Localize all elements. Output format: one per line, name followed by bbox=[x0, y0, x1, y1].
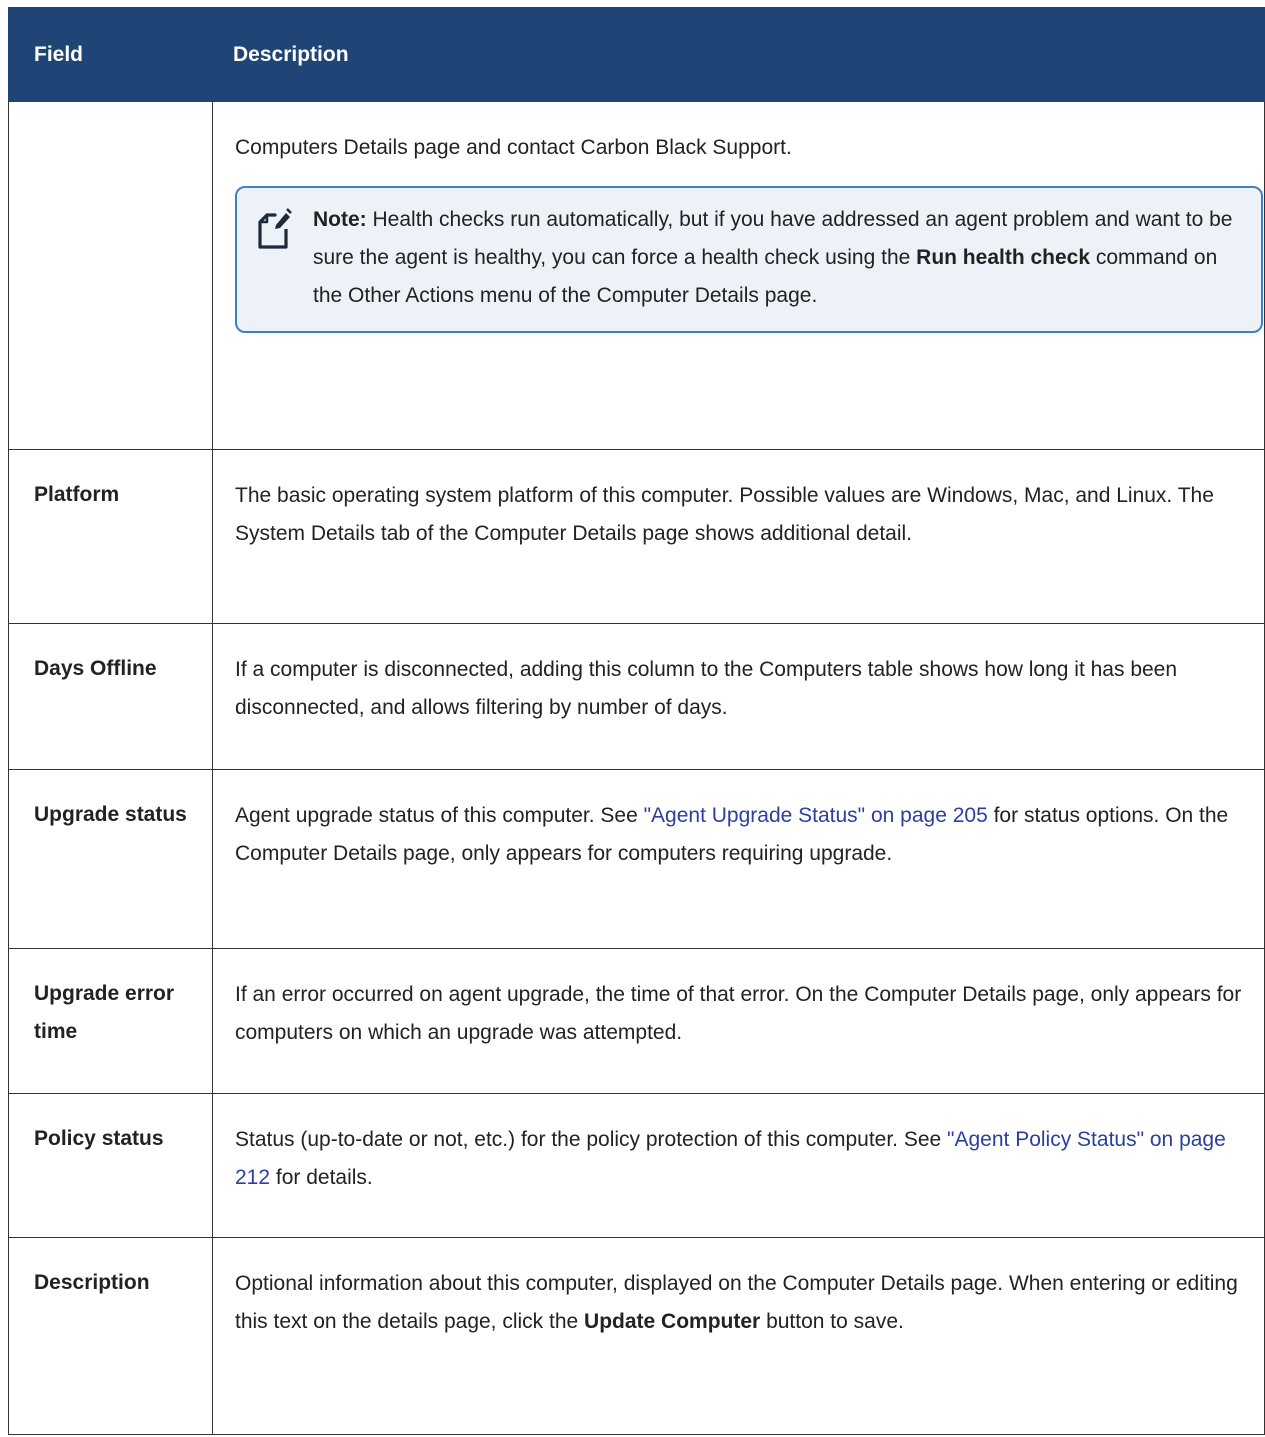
note-icon bbox=[255, 205, 313, 264]
description-text: If a computer is disconnected, adding th… bbox=[212, 623, 1265, 770]
table-row: Description Optional information about t… bbox=[8, 1237, 1265, 1435]
description-cell: Optional information about this computer… bbox=[212, 1237, 1265, 1435]
update-computer-button-ref: Update Computer bbox=[584, 1310, 761, 1333]
note-box: Note: Health checks run automatically, b… bbox=[235, 186, 1263, 333]
description-cell: Computers Details page and contact Carbo… bbox=[212, 101, 1265, 450]
field-name: Platform bbox=[8, 449, 213, 624]
table-row: Platform The basic operating system plat… bbox=[8, 449, 1265, 624]
description-cell: Status (up-to-date or not, etc.) for the… bbox=[212, 1093, 1265, 1238]
agent-upgrade-status-link[interactable]: "Agent Upgrade Status" on page 205 bbox=[644, 804, 988, 827]
description-text-part: for details. bbox=[270, 1166, 373, 1189]
field-name: Days Offline bbox=[8, 623, 213, 770]
field-cell-empty bbox=[8, 101, 213, 450]
note-bold-command: Run health check bbox=[916, 246, 1091, 269]
description-text: If an error occurred on agent upgrade, t… bbox=[212, 948, 1265, 1094]
field-description-table: Field Description Computers Details page… bbox=[8, 7, 1265, 1435]
field-name: Upgrade error time bbox=[8, 948, 213, 1094]
field-name: Description bbox=[8, 1237, 213, 1435]
table-row: Policy status Status (up-to-date or not,… bbox=[8, 1093, 1265, 1238]
description-text-part: Agent upgrade status of this computer. S… bbox=[235, 804, 644, 827]
description-text-part: button to save. bbox=[760, 1310, 904, 1333]
table-header-row: Field Description bbox=[8, 7, 1265, 102]
table-row: Upgrade status Agent upgrade status of t… bbox=[8, 769, 1265, 949]
description-text-part: Status (up-to-date or not, etc.) for the… bbox=[235, 1128, 948, 1151]
field-name: Upgrade status bbox=[8, 769, 213, 949]
table-row: Upgrade error time If an error occurred … bbox=[8, 948, 1265, 1094]
note-text: Note: Health checks run automatically, b… bbox=[313, 201, 1241, 315]
description-cell: Agent upgrade status of this computer. S… bbox=[212, 769, 1265, 949]
description-text: The basic operating system platform of t… bbox=[212, 449, 1265, 624]
note-label: Note: bbox=[313, 208, 367, 231]
header-field: Field bbox=[8, 7, 213, 102]
header-description: Description bbox=[212, 7, 1265, 102]
description-text: Computers Details page and contact Carbo… bbox=[235, 136, 792, 159]
table-row: Days Offline If a computer is disconnect… bbox=[8, 623, 1265, 770]
table-row: Computers Details page and contact Carbo… bbox=[8, 101, 1265, 450]
field-name: Policy status bbox=[8, 1093, 213, 1238]
